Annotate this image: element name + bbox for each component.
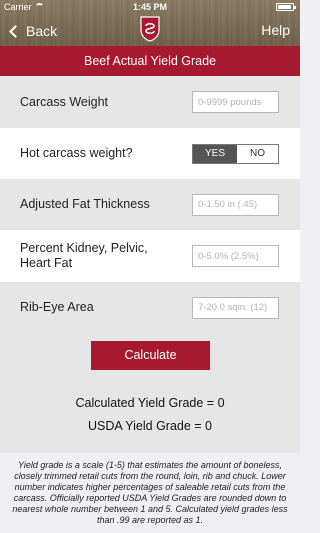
- page-title: Beef Actual Yield Grade: [0, 46, 300, 76]
- hot-carcass-yes-option[interactable]: YES: [193, 144, 237, 163]
- help-button[interactable]: Help: [261, 22, 290, 38]
- back-button[interactable]: Back: [8, 20, 57, 42]
- footnote-text: Yield grade is a scale (1-5) that estima…: [12, 460, 288, 525]
- carcass-weight-label: Carcass Weight: [20, 94, 108, 109]
- calculated-yield-grade: Calculated Yield Grade = 0: [75, 396, 225, 410]
- hot-carcass-row: Hot carcass weight? YES NO: [0, 128, 300, 179]
- status-bar: Carrier 1:45 PM: [0, 0, 300, 14]
- battery-icon: [276, 3, 296, 11]
- kph-label-line2: Heart Fat: [20, 256, 73, 270]
- logo-icon: [140, 16, 160, 42]
- kph-input[interactable]: [192, 245, 279, 267]
- ribeye-input[interactable]: [192, 296, 279, 319]
- fat-thickness-input[interactable]: [192, 193, 279, 216]
- hot-carcass-label: Hot carcass weight?: [20, 146, 133, 160]
- usda-yield-grade: USDA Yield Grade = 0: [87, 419, 213, 433]
- ribeye-label: Rib-Eye Area: [20, 300, 94, 314]
- fat-thickness-row: Adjusted Fat Thickness: [0, 179, 300, 230]
- carcass-weight-input[interactable]: [192, 91, 279, 113]
- fat-thickness-label: Adjusted Fat Thickness: [20, 197, 150, 211]
- kph-label: Percent Kidney, Pelvic, Heart Fat: [20, 241, 148, 271]
- back-label: Back: [26, 23, 58, 39]
- hot-carcass-toggle: YES NO: [192, 143, 279, 164]
- ribeye-row: Rib-Eye Area: [0, 282, 300, 333]
- status-time: 1:45 PM: [132, 2, 167, 12]
- hot-carcass-no-option[interactable]: NO: [237, 144, 278, 163]
- chevron-left-icon: [9, 24, 22, 38]
- calculate-button[interactable]: Calculate: [91, 341, 210, 370]
- kph-label-line1: Percent Kidney, Pelvic,: [20, 241, 148, 255]
- carcass-weight-row: Carcass Weight: [0, 76, 300, 128]
- kph-row: Percent Kidney, Pelvic, Heart Fat: [0, 230, 300, 282]
- nav-header: Carrier 1:45 PM Back Help: [0, 0, 300, 46]
